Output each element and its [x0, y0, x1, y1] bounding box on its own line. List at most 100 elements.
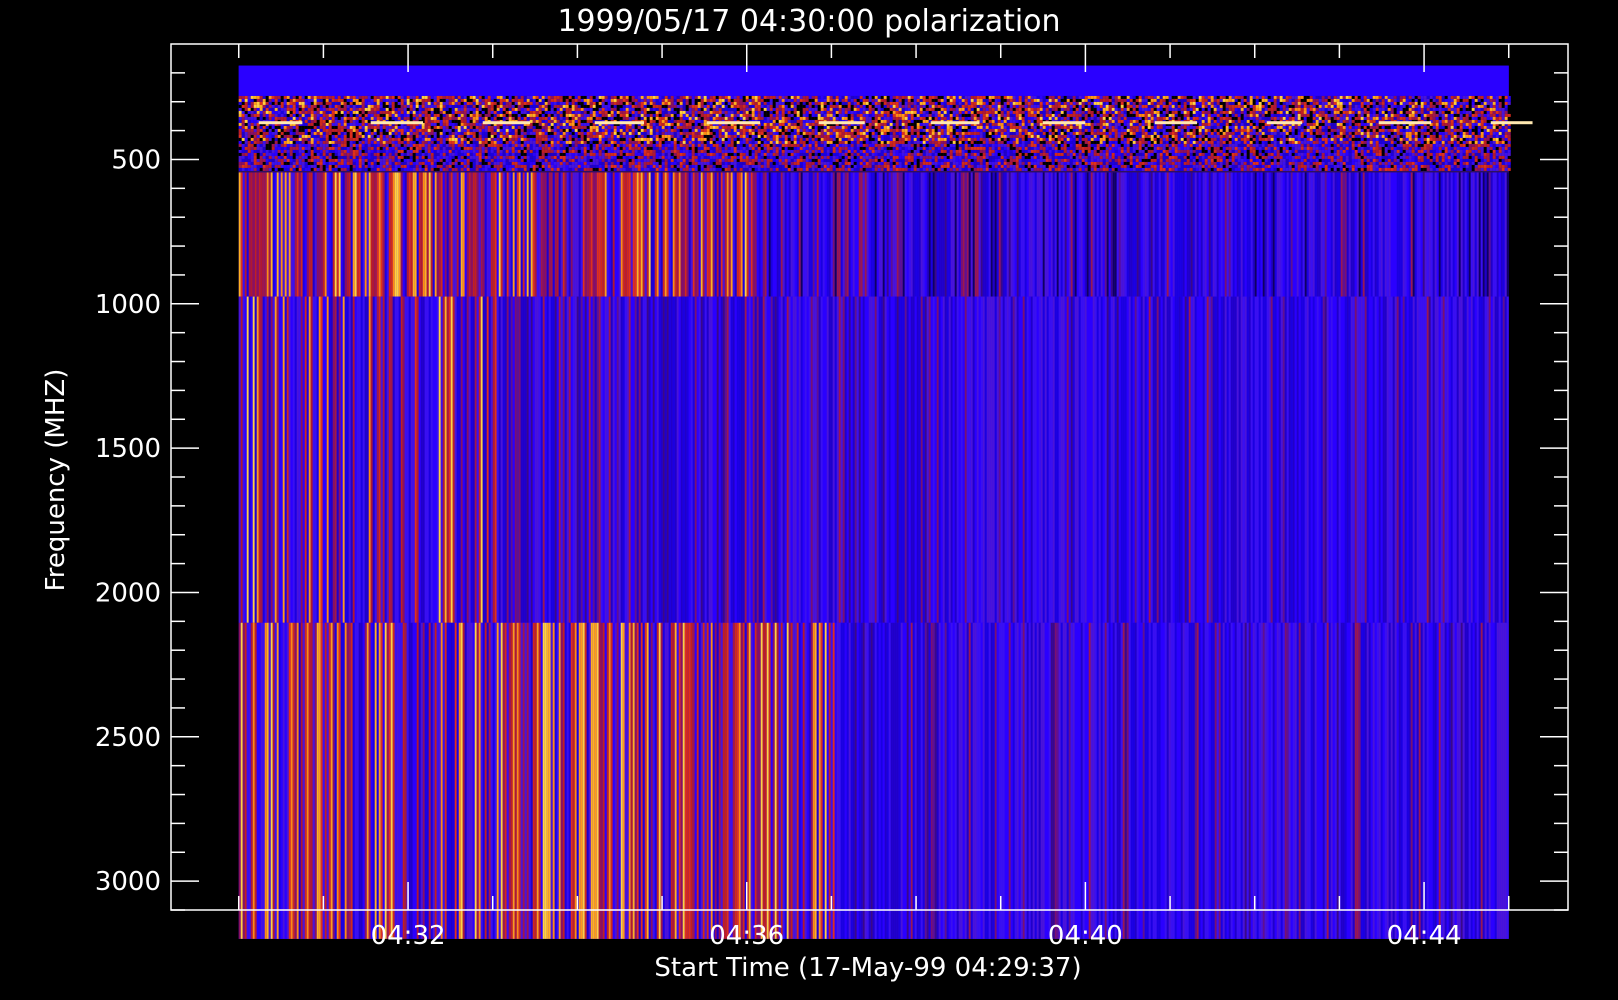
speckle-cell [1471, 101, 1475, 105]
speckle-cell [1138, 95, 1142, 99]
speckle-cell [694, 113, 698, 117]
speckle-cell [793, 95, 797, 99]
speckle-cell [1111, 95, 1115, 99]
speckle-cell [391, 125, 395, 129]
speckle-cell [1264, 107, 1268, 111]
speckle-cell [778, 98, 782, 102]
speckle-cell [1270, 104, 1274, 108]
speckle-cell [1126, 116, 1130, 120]
speckle-cell [643, 122, 647, 126]
speckle-cell [1240, 98, 1244, 102]
speckle-cell [550, 128, 554, 132]
speckle-cell [1501, 125, 1505, 129]
speckle-cell [478, 128, 482, 132]
speckle-cell [865, 110, 869, 114]
speckle-cell [1174, 113, 1178, 117]
speckle-cell [301, 128, 305, 132]
speckle-cell [643, 95, 647, 99]
speckle-cell [1408, 107, 1412, 111]
speckle-cell [295, 95, 299, 99]
speckle-cell [724, 128, 728, 132]
speckle-cell [1312, 119, 1316, 123]
speckle-cell [1237, 101, 1241, 105]
speckle-cell [1471, 119, 1475, 123]
speckle-cell [568, 104, 572, 108]
speckle-cell [475, 125, 479, 129]
speckle-cell [631, 116, 635, 120]
speckle-cell [862, 107, 866, 111]
speckle-cell [829, 98, 833, 102]
speckle-cell [775, 104, 779, 108]
speckle-cell [1048, 110, 1052, 114]
speckle-cell [1300, 95, 1304, 99]
speckle-cell [562, 101, 566, 105]
speckle-cell [598, 128, 602, 132]
speckle-cell [1051, 110, 1055, 114]
speckle-cell [1135, 101, 1139, 105]
speckle-cell [1438, 122, 1442, 126]
speckle-cell [895, 119, 899, 123]
speckle-cell [376, 113, 380, 117]
speckle-cell [1120, 125, 1124, 129]
speckle-cell [835, 95, 839, 99]
speckle-cell [760, 95, 764, 99]
speckle-cell [772, 116, 776, 120]
speckle-cell [643, 119, 647, 123]
speckle-cell [1210, 98, 1214, 102]
speckle-cell [1450, 107, 1454, 111]
speckle-cell [784, 95, 788, 99]
speckle-cell [421, 101, 425, 105]
speckle-cell [370, 104, 374, 108]
speckle-cell [1318, 98, 1322, 102]
speckle-cell [505, 116, 509, 120]
speckle-cell [796, 110, 800, 114]
speckle-cell [547, 125, 551, 129]
speckle-cell [580, 104, 584, 108]
speckle-cell [445, 107, 449, 111]
speckle-cell [745, 116, 749, 120]
speckle-cell [706, 101, 710, 105]
speckle-cell [1009, 107, 1013, 111]
speckle-cell [703, 110, 707, 114]
speckle-cell [1252, 113, 1256, 117]
speckle-cell [1300, 110, 1304, 114]
speckle-cell [1066, 116, 1070, 120]
speckle-cell [247, 110, 251, 114]
speckle-cell [991, 98, 995, 102]
speckle-cell [1441, 119, 1445, 123]
speckle-cell [484, 110, 488, 114]
speckle-cell [445, 125, 449, 129]
speckle-cell [1069, 95, 1073, 99]
speckle-cell [901, 107, 905, 111]
speckle-cell [943, 95, 947, 99]
speckle-cell [967, 110, 971, 114]
speckle-cell [319, 113, 323, 117]
speckle-cell [733, 116, 737, 120]
speckle-cell [403, 104, 407, 108]
speckle-cell [328, 128, 332, 132]
speckle-cell [1021, 116, 1025, 120]
speckle-cell [835, 98, 839, 102]
speckle-cell [238, 119, 242, 123]
speckle-cell [805, 122, 809, 126]
speckle-cell [418, 113, 422, 117]
speckle-cell [1024, 116, 1028, 120]
speckle-cell [1144, 101, 1148, 105]
speckle-cell [640, 128, 644, 132]
speckle-cell [433, 98, 437, 102]
speckle-cell [295, 113, 299, 117]
speckle-cell [541, 125, 545, 129]
speckle-cell [898, 113, 902, 117]
speckle-cell [913, 101, 917, 105]
speckle-cell [1303, 113, 1307, 117]
speckle-cell [346, 119, 350, 123]
speckle-cell [733, 107, 737, 111]
speckle-cell [1393, 107, 1397, 111]
speckle-cell [910, 95, 914, 99]
speckle-cell [517, 95, 521, 99]
speckle-cell [706, 98, 710, 102]
speckle-cell [289, 128, 293, 132]
speckle-cell [469, 98, 473, 102]
speckle-cell [1201, 107, 1205, 111]
speckle-cell [763, 128, 767, 132]
